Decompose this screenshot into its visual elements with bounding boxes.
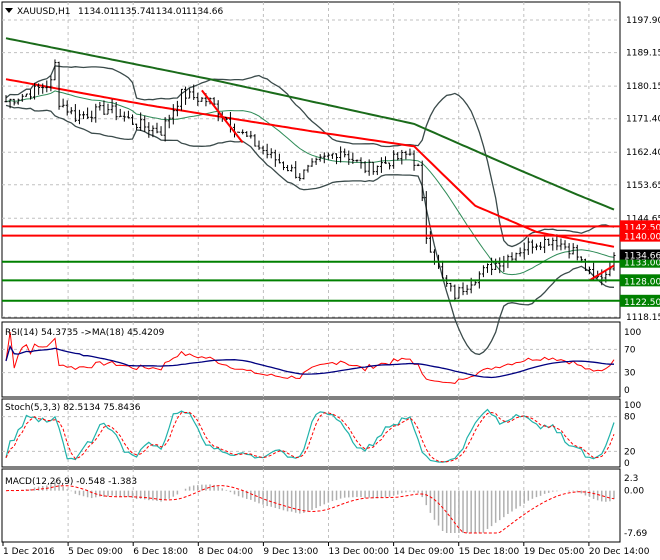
stoch-label: Stoch(5,3,3) 82.5134 75.8436 [5,403,141,413]
trendline [201,89,244,144]
macd-tick: -7.69 [624,529,648,539]
price-tick: 1180.15 [626,82,660,92]
macd-tick: 2.3 [624,474,638,484]
time-label: 13 Dec 00:00 [329,547,390,557]
stoch-d-line [5,411,615,463]
stoch-tick: 100 [624,401,641,411]
stoch-tick: 20 [624,447,636,457]
price-tick: 1118.15 [626,313,660,323]
time-label: 14 Dec 09:00 [394,547,455,557]
grid [1,1,621,543]
bollinger-upper [5,65,615,248]
macd-signal-line [5,485,615,534]
header-low: 1134.01 [150,7,187,17]
level-label: 1128.00 [624,277,660,287]
ma-slow-line [5,37,615,211]
macd-panel[interactable] [5,481,615,534]
time-label: 9 Dec 13:00 [263,547,318,557]
price-tick: 1189.15 [626,49,660,59]
stoch-tick: 80 [624,413,636,423]
rsi-panel[interactable] [5,331,615,384]
time-axis: 1 Dec 2016 5 Dec 09:00 6 Dec 18:00 8 Dec 04… [2,542,650,557]
rsi-tick: 100 [624,328,641,338]
level-label: 1140.00 [624,233,660,243]
chart-canvas[interactable]: 1197.90 1189.15 1180.15 1171.40 1162.40 1153.… [0,0,660,560]
dropdown-triangle-icon[interactable] [5,8,13,13]
header-open: 1134.01 [78,7,115,17]
price-axis: 1197.90 1189.15 1180.15 1171.40 1162.40 1153.… [620,16,660,539]
rsi-tick: 0 [624,386,630,396]
time-label: 15 Dec 18:00 [459,547,520,557]
price-tick: 1162.40 [626,148,660,158]
time-label: 1 Dec 2016 [3,547,55,557]
stoch-k-line [5,408,615,463]
macd-label: MACD(12,26,9) -0.548 -1.383 [5,477,137,487]
rsi-label: RSI(14) 54.3735 ->MA(18) 45.4209 [5,328,165,338]
rsi-tick: 70 [624,345,636,355]
rsi-tick: 30 [624,369,636,379]
time-label: 6 Dec 18:00 [133,547,188,557]
header-high: 1135.74 [114,7,151,17]
price-tick: 1171.40 [626,115,660,125]
header-symbol: XAUUSD,H1 [17,7,71,17]
time-label: 5 Dec 09:00 [68,547,123,557]
current-price-label: 1134.66 [624,252,660,262]
price-tick: 1197.90 [626,16,660,26]
time-label: 20 Dec 14:00 [589,547,650,557]
macd-tick: 0.00 [624,487,644,497]
level-label: 1122.50 [624,298,660,308]
trading-chart-window: 1197.90 1189.15 1180.15 1171.40 1162.40 1153.… [0,0,660,560]
stoch-tick: 0 [624,459,630,469]
price-tick: 1153.65 [626,181,660,191]
time-label: 19 Dec 05:00 [524,547,585,557]
time-label: 8 Dec 04:00 [198,547,253,557]
header-close: 1134.66 [186,7,223,17]
ma-fast-line [5,78,615,248]
stoch-panel[interactable] [5,408,615,463]
